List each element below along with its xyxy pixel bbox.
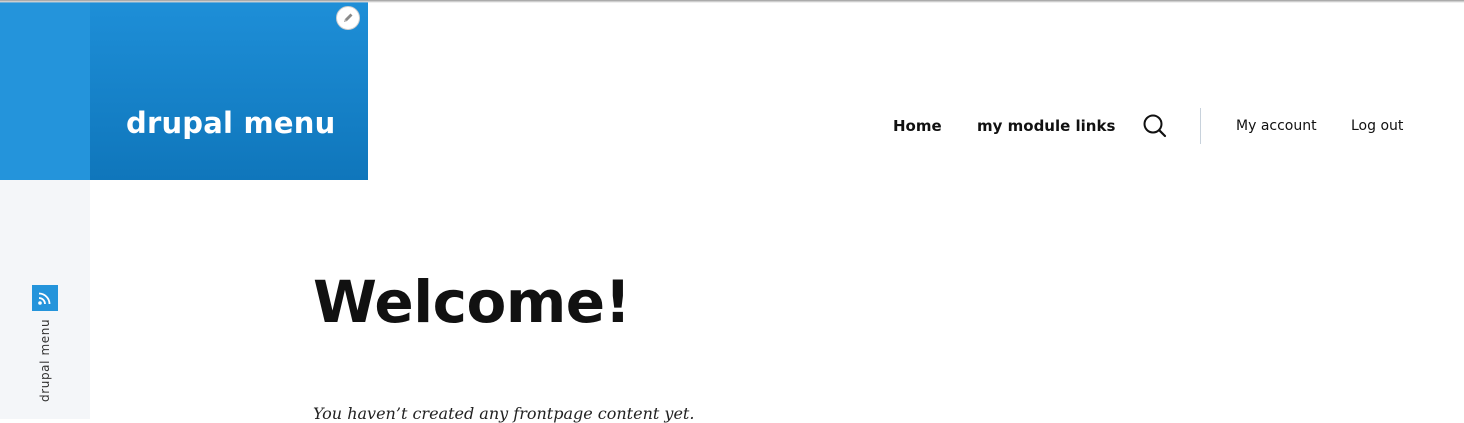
main-navigation: Home my module links My account Log out [0,108,1464,144]
nav-link-home[interactable]: Home [893,117,942,135]
empty-frontpage-message: You haven’t created any frontpage conten… [313,404,695,423]
my-account-link[interactable]: My account [1236,118,1317,134]
edit-pencil-icon[interactable] [336,6,360,30]
left-sidebar-header [0,0,90,180]
top-shadow [0,0,1464,3]
log-out-link[interactable]: Log out [1351,118,1403,134]
page-title: Welcome! [313,268,631,336]
feed-icon[interactable] [32,285,58,311]
nav-divider [1200,108,1201,144]
nav-link-my-module-links[interactable]: my module links [977,117,1115,135]
search-icon[interactable] [1141,112,1169,140]
site-branding: drupal menu [90,0,368,180]
sidebar-vertical-label: drupal menu [38,318,52,402]
